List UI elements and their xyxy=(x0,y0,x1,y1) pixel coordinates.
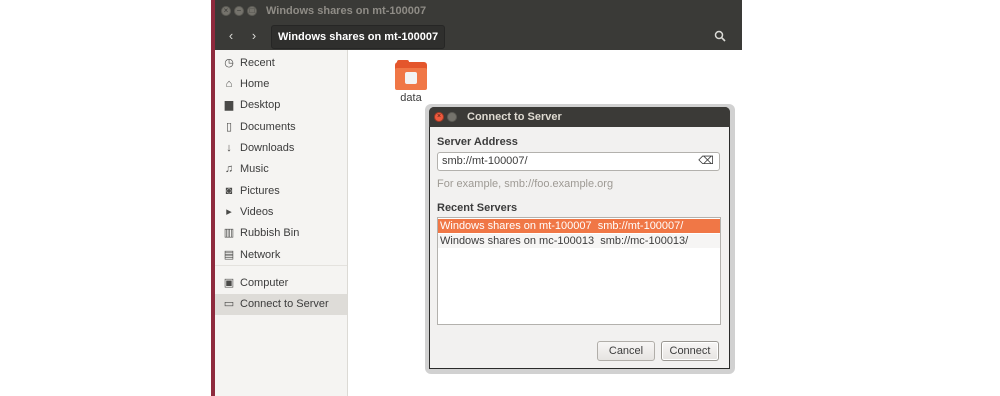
connect-button[interactable]: Connect xyxy=(661,341,719,361)
video-icon: ▸ xyxy=(226,206,232,218)
search-icon[interactable] xyxy=(709,25,731,47)
computer-icon: ▣ xyxy=(223,277,235,289)
folder-label[interactable]: data xyxy=(395,92,427,104)
sidebar-item-label: Music xyxy=(240,163,269,175)
maximize-window-icon[interactable]: □ xyxy=(247,6,257,16)
server-address-label: Server Address xyxy=(437,136,518,148)
sidebar-item-label: Pictures xyxy=(240,185,280,197)
document-icon: ▯ xyxy=(225,121,233,133)
network-share-folder-icon[interactable] xyxy=(395,60,427,92)
server-icon: ▭ xyxy=(223,298,235,310)
sidebar-item-network[interactable]: ▤ Network xyxy=(215,245,347,266)
forward-arrow-icon[interactable]: › xyxy=(243,25,265,47)
dialog-close-icon[interactable]: × xyxy=(434,112,444,122)
home-icon: ⌂ xyxy=(225,78,233,90)
sidebar-item-desktop[interactable]: ▆ Desktop xyxy=(215,95,347,116)
clear-text-icon[interactable]: ⌫ xyxy=(698,153,714,170)
sidebar-item-label: Documents xyxy=(240,121,296,133)
sidebar-item-connect-to-server[interactable]: ▭ Connect to Server xyxy=(215,294,347,315)
example-hint: For example, smb://foo.example.org xyxy=(437,178,614,190)
sidebar-item-label: Computer xyxy=(240,277,289,289)
sidebar-item-videos[interactable]: ▸ Videos xyxy=(215,202,347,223)
minimize-window-icon[interactable]: − xyxy=(234,6,244,16)
sidebar-item-pictures[interactable]: ◙ Pictures xyxy=(215,181,347,202)
desktop-folder-icon: ▆ xyxy=(224,99,234,111)
sidebar-item-label: Recent xyxy=(240,57,275,69)
trash-icon: ▥ xyxy=(223,227,235,239)
sidebar-item-documents[interactable]: ▯ Documents xyxy=(215,117,347,138)
recent-servers-label: Recent Servers xyxy=(437,202,518,214)
back-arrow-icon[interactable]: ‹ xyxy=(220,25,242,47)
sidebar-item-home[interactable]: ⌂ Home xyxy=(215,74,347,95)
sidebar-item-computer[interactable]: ▣ Computer xyxy=(215,273,347,294)
close-window-icon[interactable]: × xyxy=(221,6,231,16)
recent-server-row[interactable]: Windows shares on mt-100007 smb://mt-100… xyxy=(438,219,720,233)
sidebar-item-music[interactable]: ♫ Music xyxy=(215,159,347,180)
sidebar-item-label: Home xyxy=(240,78,270,90)
network-icon: ▤ xyxy=(223,249,235,261)
cancel-button[interactable]: Cancel xyxy=(597,341,655,361)
clock-icon: ◷ xyxy=(224,57,234,69)
sidebar-item-label: Desktop xyxy=(240,99,281,111)
sidebar-item-label: Rubbish Bin xyxy=(240,227,300,239)
sidebar-item-label: Connect to Server xyxy=(240,298,329,310)
path-bar-button[interactable]: Windows shares on mt-100007 xyxy=(271,25,446,49)
dialog-title: Connect to Server xyxy=(467,111,562,123)
music-icon: ♫ xyxy=(224,163,234,175)
recent-server-row[interactable]: Windows shares on mc-100013 smb://mc-100… xyxy=(438,234,720,248)
dialog-minimize-icon[interactable] xyxy=(447,112,457,122)
download-icon: ↓ xyxy=(226,142,232,154)
places-sidebar: ◷ Recent ⌂ Home ▆ Desktop ▯ Documents ↓ … xyxy=(215,50,348,396)
sidebar-item-label: Network xyxy=(240,249,281,261)
sidebar-item-label: Videos xyxy=(240,206,274,218)
sidebar-item-label: Downloads xyxy=(240,142,295,154)
window-title: Windows shares on mt-100007 xyxy=(266,5,427,17)
sidebar-item-recent[interactable]: ◷ Recent xyxy=(215,53,347,74)
camera-icon: ◙ xyxy=(225,185,233,197)
server-address-input[interactable]: smb://mt-100007/ xyxy=(437,152,720,171)
sidebar-divider xyxy=(215,265,347,266)
sidebar-item-downloads[interactable]: ↓ Downloads xyxy=(215,138,347,159)
sidebar-item-rubbish-bin[interactable]: ▥ Rubbish Bin xyxy=(215,223,347,244)
